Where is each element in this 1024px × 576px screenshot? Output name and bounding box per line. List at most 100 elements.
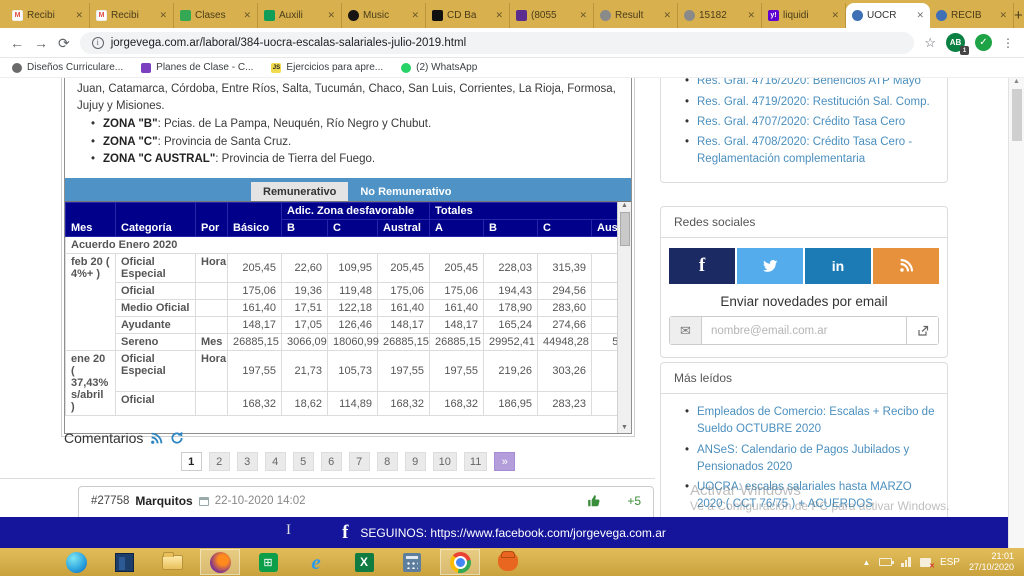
page-button-2[interactable]: 2	[209, 452, 230, 471]
browser-tab[interactable]: RECIB✕	[930, 3, 1014, 28]
tab-close-icon[interactable]: ✕	[243, 10, 251, 21]
tab-title: Clases	[195, 10, 239, 21]
info-icon[interactable]: i	[92, 37, 104, 49]
sidebar-link[interactable]: Res. Gral. 4716/2020: Beneficios ATP May…	[697, 78, 935, 91]
language-indicator[interactable]: ESP	[940, 557, 960, 568]
reload-icon[interactable]: ⟳	[58, 36, 70, 50]
menu-dots-icon[interactable]: ⋮	[1002, 36, 1014, 50]
page-button-7[interactable]: 7	[349, 452, 370, 471]
table-scrollbar[interactable]: ▲ ▼	[617, 202, 631, 433]
taskbar-start-icon[interactable]	[8, 549, 48, 575]
extension-shield-icon[interactable]: ✓	[975, 34, 992, 51]
page-button-»[interactable]: »	[494, 452, 515, 471]
network-icon[interactable]	[901, 557, 911, 567]
twitter-icon[interactable]	[737, 248, 803, 284]
sidebar-link[interactable]: Res. Gral. 4708/2020: Crédito Tasa Cero …	[697, 134, 935, 169]
tab-close-icon[interactable]: ✕	[495, 10, 503, 21]
tray-expand-icon[interactable]: ▲	[863, 558, 871, 567]
value-cell: 197,55	[378, 351, 430, 392]
browser-tab[interactable]: Clases ✕	[174, 3, 258, 28]
page-button-3[interactable]: 3	[237, 452, 258, 471]
table-scroll-up-icon[interactable]: ▲	[618, 202, 631, 209]
avatar-badge: 1	[960, 46, 969, 55]
back-icon[interactable]: ←	[10, 36, 24, 50]
sidebar-link[interactable]: ANSeS: Calendario de Pagos Jubilados y P…	[697, 442, 935, 477]
taskbar-window-icon[interactable]	[104, 549, 144, 575]
page-button-9[interactable]: 9	[405, 452, 426, 471]
action-center-flag-icon[interactable]	[920, 558, 931, 567]
taskbar-excel-icon[interactable]: X	[344, 549, 384, 575]
power-icon[interactable]	[879, 558, 892, 566]
scroll-up-icon[interactable]: ▲	[1009, 78, 1024, 85]
email-input[interactable]	[702, 317, 906, 344]
rss-feed-icon[interactable]	[150, 432, 163, 445]
table-tab-no-remunerativo[interactable]: No Remunerativo	[348, 182, 463, 201]
browser-tab[interactable]: MRecibi✕	[90, 3, 174, 28]
taskbar-calc-icon[interactable]	[392, 549, 432, 575]
tab-close-icon[interactable]: ✕	[411, 10, 419, 21]
taskbar-store-icon[interactable]: ⊞	[248, 549, 288, 575]
tab-close-icon[interactable]: ✕	[327, 10, 335, 21]
browser-tab[interactable]: MRecibi✕	[6, 3, 90, 28]
taskbar-avast-icon[interactable]	[200, 549, 240, 575]
profile-avatar[interactable]: AB 1	[946, 33, 965, 52]
scroll-thumb[interactable]	[1012, 89, 1022, 141]
browser-tab[interactable]: (8055✕	[510, 3, 594, 28]
browser-tab[interactable]: Music✕	[342, 3, 426, 28]
page-button-4[interactable]: 4	[265, 452, 286, 471]
browser-tab[interactable]: 15182✕	[678, 3, 762, 28]
tab-close-icon[interactable]: ✕	[579, 10, 587, 21]
sidebar-link[interactable]: UOCRA: escalas salariales hasta MARZO 20…	[697, 479, 935, 514]
por-cell	[196, 392, 228, 416]
tab-close-icon[interactable]: ✕	[159, 10, 167, 21]
address-bar[interactable]: i jorgevega.com.ar/laboral/384-uocra-esc…	[80, 32, 915, 54]
tab-close-icon[interactable]: ✕	[916, 10, 924, 21]
rss-icon[interactable]	[873, 248, 939, 284]
tab-close-icon[interactable]: ✕	[831, 10, 839, 21]
page-scrollbar[interactable]: ▲	[1008, 78, 1024, 548]
table-scroll-down-icon[interactable]: ▼	[618, 424, 631, 431]
sidebar-link[interactable]: Res. Gral. 4719/2020: Restitución Sal. C…	[697, 94, 935, 111]
browser-tab[interactable]: y!liquidi✕	[762, 3, 846, 28]
bookmark-item[interactable]: Planes de Clase - C...	[141, 62, 253, 73]
page-button-5[interactable]: 5	[293, 452, 314, 471]
taskbar-chrome-icon[interactable]	[440, 549, 480, 575]
sidebar-link[interactable]: Res. Gral. 4707/2020: Crédito Tasa Cero	[697, 114, 935, 131]
facebook-follow-bar[interactable]: f SEGUINOS: https://www.facebook.com/jor…	[0, 517, 1008, 548]
footer-text: SEGUINOS: https://www.facebook.com/jorge…	[360, 526, 665, 540]
browser-tab[interactable]: UOCR✕	[846, 3, 930, 28]
mail-icon	[516, 10, 527, 21]
table-tab-remunerativo[interactable]: Remunerativo	[251, 182, 348, 201]
tab-close-icon[interactable]: ✕	[663, 10, 671, 21]
page-button-10[interactable]: 10	[433, 452, 457, 471]
clock[interactable]: 21:01 27/10/2020	[969, 551, 1014, 574]
tab-close-icon[interactable]: ✕	[747, 10, 755, 21]
page-button-1[interactable]: 1	[181, 452, 202, 471]
bookmark-item[interactable]: JSEjercicios para apre...	[271, 62, 383, 73]
tab-close-icon[interactable]: ✕	[75, 10, 83, 21]
browser-tab[interactable]: Result✕	[594, 3, 678, 28]
taskbar-edge-icon[interactable]	[56, 549, 96, 575]
forward-icon[interactable]: →	[34, 36, 48, 50]
table-row: Oficial168,3218,62114,89168,32168,32186,…	[66, 392, 632, 416]
page-button-11[interactable]: 11	[464, 452, 487, 471]
sidebar-link[interactable]: Empleados de Comercio: Escalas + Recibo …	[697, 404, 935, 439]
refresh-icon[interactable]	[170, 431, 184, 445]
taskbar-explorer-icon[interactable]	[152, 549, 192, 575]
browser-tab[interactable]: Auxili✕	[258, 3, 342, 28]
thumbs-up-icon[interactable]	[587, 494, 601, 508]
send-email-button[interactable]	[906, 317, 938, 344]
tab-close-icon[interactable]: ✕	[999, 10, 1007, 21]
bookmark-star-icon[interactable]: ☆	[924, 35, 936, 51]
linkedin-icon[interactable]: in	[805, 248, 871, 284]
new-tab-button[interactable]: +	[1014, 3, 1023, 28]
bookmark-item[interactable]: Diseños Curriculare...	[12, 62, 123, 73]
browser-tab[interactable]: CD Ba✕	[426, 3, 510, 28]
page-button-8[interactable]: 8	[377, 452, 398, 471]
taskbar-ie-icon[interactable]: e	[296, 549, 336, 575]
bookmark-item[interactable]: (2) WhatsApp	[401, 62, 477, 73]
page-button-6[interactable]: 6	[321, 452, 342, 471]
table-scroll-thumb[interactable]	[620, 212, 630, 246]
facebook-icon[interactable]: f	[669, 248, 735, 284]
taskbar-hand-icon[interactable]	[488, 549, 528, 575]
